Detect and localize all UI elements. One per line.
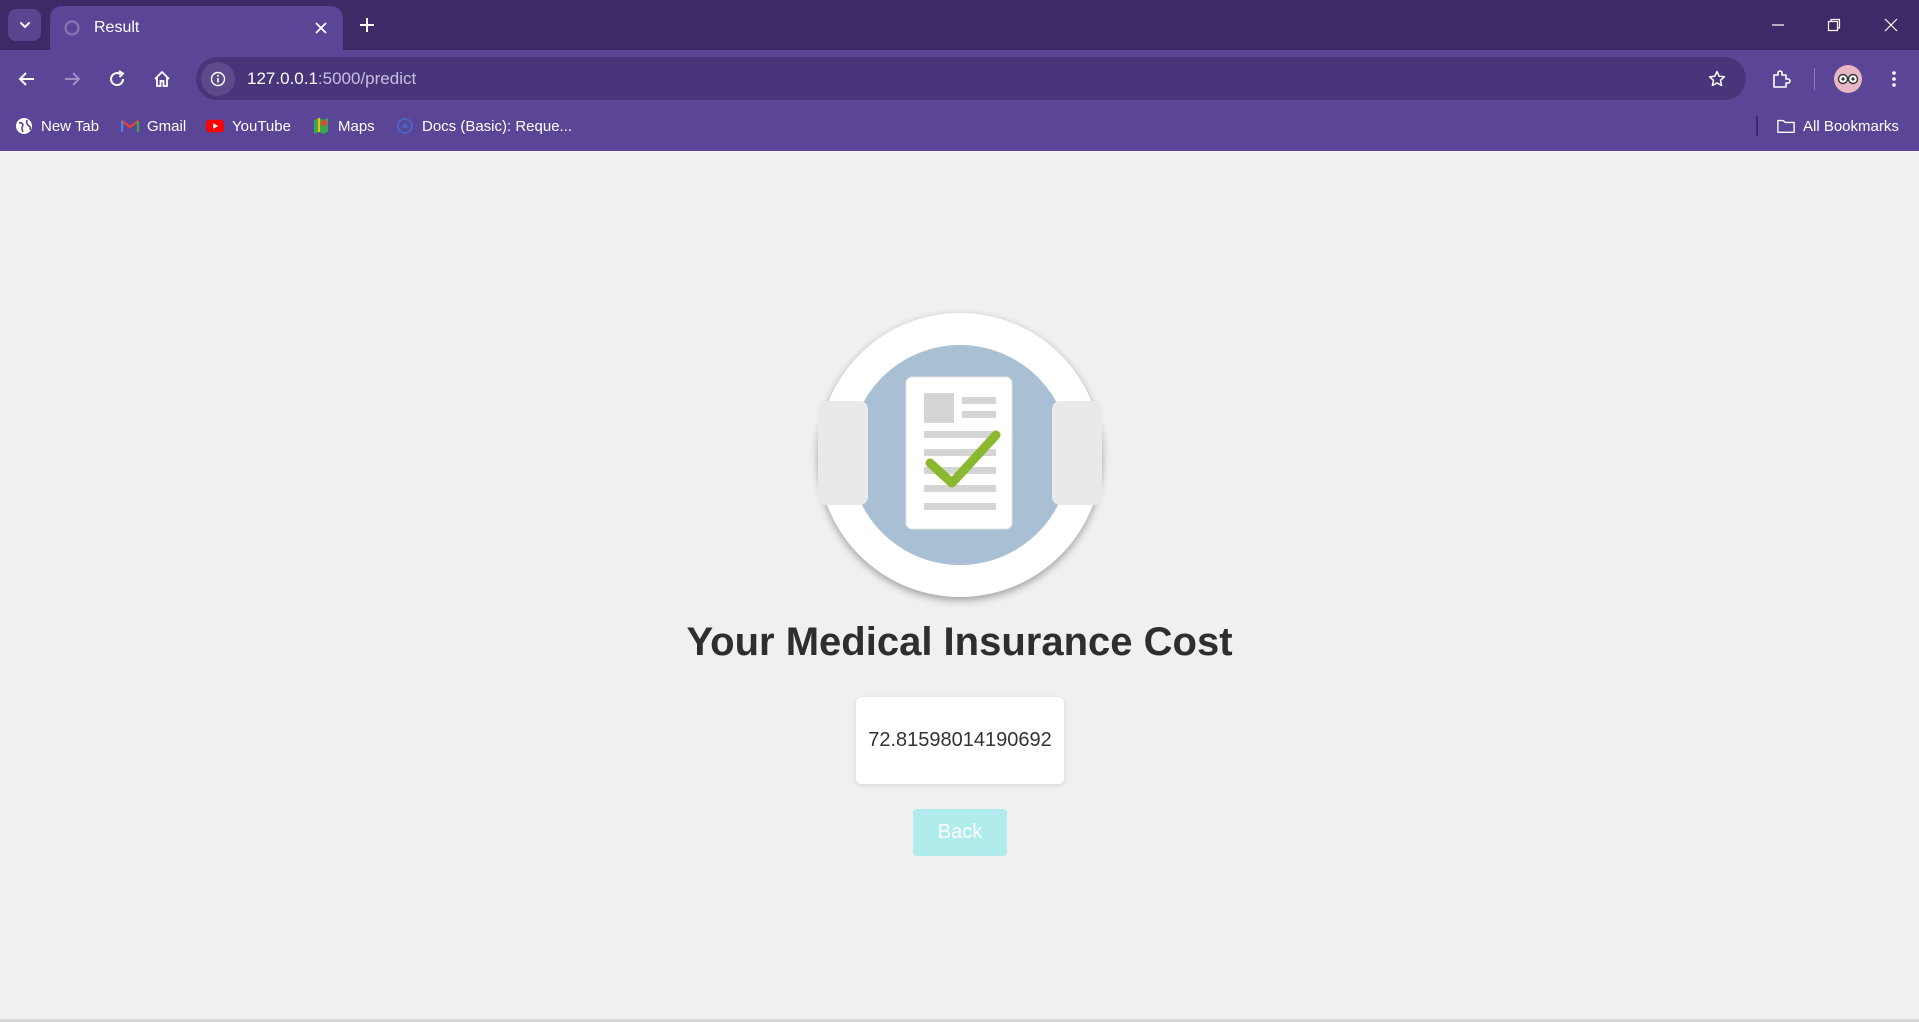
address-bar[interactable]: 127.0.0.1:5000/predict <box>196 57 1746 100</box>
document-checkmark-icon <box>818 345 1102 565</box>
tab-title: Result <box>94 19 140 36</box>
tab-strip: Result <box>0 0 1919 50</box>
close-tab-icon[interactable] <box>307 14 335 42</box>
url-host: 127.0.0.1 <box>247 68 318 88</box>
browser-menu-button[interactable] <box>1876 61 1912 97</box>
url-path: :5000/predict <box>317 68 417 88</box>
profile-glasses-icon <box>1837 73 1859 85</box>
toolbar-divider <box>1814 68 1815 90</box>
restore-icon <box>1827 18 1841 32</box>
home-icon <box>154 70 170 87</box>
document-checkmark-illustration <box>818 313 1102 597</box>
docs-icon <box>396 117 414 135</box>
minimize-button[interactable] <box>1750 0 1806 50</box>
more-vertical-icon <box>1892 71 1896 87</box>
tab-search-button[interactable] <box>8 9 41 41</box>
bookmark-gmail[interactable]: Gmail <box>121 108 186 144</box>
profile-avatar[interactable] <box>1834 65 1862 93</box>
bookmarks-divider <box>1756 116 1758 136</box>
insurance-cost-result: 72.81598014190692 <box>856 697 1064 784</box>
all-bookmarks-label: All Bookmarks <box>1803 117 1899 135</box>
site-info-icon[interactable] <box>201 61 235 96</box>
bookmark-label: YouTube <box>232 117 291 135</box>
youtube-icon <box>206 117 224 135</box>
restore-button[interactable] <box>1806 0 1862 50</box>
puzzle-icon <box>1773 70 1791 88</box>
arrow-right-icon <box>65 72 81 86</box>
bookmarks-bar: New Tab Gmail YouTube Maps Docs (Basic):… <box>0 108 1919 151</box>
bookmark-new-tab[interactable]: New Tab <box>15 108 99 144</box>
home-button[interactable] <box>144 61 180 97</box>
bookmark-youtube[interactable]: YouTube <box>206 108 291 144</box>
gmail-icon <box>121 117 139 135</box>
minimize-icon <box>1772 24 1784 26</box>
new-tab-button[interactable] <box>351 9 383 41</box>
browser-toolbar: 127.0.0.1:5000/predict <box>0 50 1919 108</box>
bookmark-label: New Tab <box>41 117 100 135</box>
bookmark-label: Gmail <box>147 117 187 135</box>
reload-button[interactable] <box>99 61 135 97</box>
tab-favicon-icon <box>64 20 80 36</box>
plus-icon <box>360 18 374 32</box>
chevron-down-icon <box>19 22 30 29</box>
bookmark-label: Maps <box>338 117 375 135</box>
maps-icon <box>312 117 330 135</box>
forward-nav-button[interactable] <box>54 61 90 97</box>
result-value: 72.81598014190692 <box>868 729 1052 751</box>
back-button[interactable]: Back <box>913 809 1007 856</box>
folder-icon <box>1777 117 1795 135</box>
globe-icon <box>15 117 33 135</box>
arrow-left-icon <box>18 72 34 86</box>
bookmark-maps[interactable]: Maps <box>312 108 375 144</box>
extensions-button[interactable] <box>1763 61 1799 97</box>
reload-icon <box>110 70 125 87</box>
bookmark-docs[interactable]: Docs (Basic): Reque... <box>396 108 572 144</box>
page-title: Your Medical Insurance Cost <box>686 620 1233 664</box>
tab-result[interactable]: Result <box>50 6 343 50</box>
close-icon <box>1884 18 1898 32</box>
all-bookmarks-button[interactable]: All Bookmarks <box>1777 108 1899 144</box>
bookmark-label: Docs (Basic): Reque... <box>422 117 573 135</box>
url-text: 127.0.0.1:5000/predict <box>247 69 416 89</box>
close-window-button[interactable] <box>1863 0 1919 50</box>
back-nav-button[interactable] <box>9 61 45 97</box>
bookmark-star-icon[interactable] <box>1700 62 1734 96</box>
